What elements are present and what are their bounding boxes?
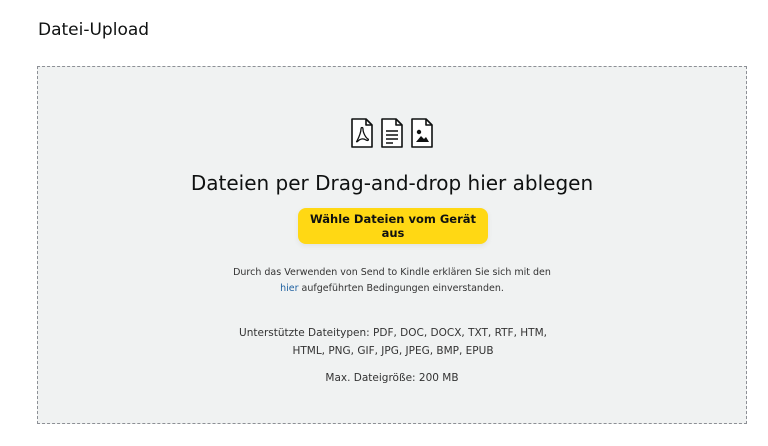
terms-text-line2: aufgeführten Bedingungen einverstanden. xyxy=(298,283,504,294)
image-file-icon xyxy=(411,118,433,148)
document-file-icon xyxy=(381,118,403,148)
file-dropzone[interactable]: Dateien per Drag-and-drop hier ablegen W… xyxy=(37,66,747,424)
supported-file-types: Unterstützte Dateitypen: PDF, DOC, DOCX,… xyxy=(239,327,547,357)
pdf-file-icon xyxy=(351,118,373,148)
file-type-icons xyxy=(38,118,746,148)
terms-text-line1: Durch das Verwenden von Send to Kindle e… xyxy=(233,267,551,278)
choose-files-button[interactable]: Wähle Dateien vom Gerät aus xyxy=(298,208,488,244)
dropzone-heading: Dateien per Drag-and-drop hier ablegen xyxy=(190,171,594,195)
section-title: Datei-Upload xyxy=(38,20,150,40)
max-file-size: Max. Dateigröße: 200 MB xyxy=(325,372,459,384)
upload-page: Datei-Upload Dateien per Drag-and-drop h… xyxy=(0,0,768,446)
terms-link[interactable]: hier xyxy=(280,283,298,294)
terms-notice: Durch das Verwenden von Send to Kindle e… xyxy=(38,265,746,297)
